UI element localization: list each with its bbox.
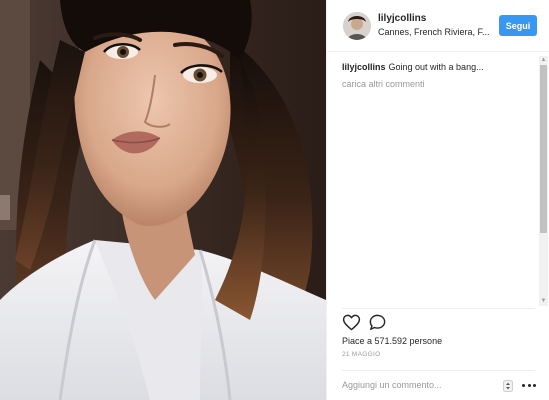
post-photo[interactable] [0, 0, 326, 400]
post-details-panel: lilyjcollins Cannes, French Riviera, F..… [326, 0, 549, 400]
caption-username[interactable]: lilyjcollins [342, 62, 386, 72]
comment-form [342, 370, 536, 400]
photo-illustration [0, 0, 326, 400]
author-location[interactable]: Cannes, French Riviera, F... [378, 27, 496, 37]
likes-count[interactable]: Piace a 571.592 persone [342, 336, 442, 346]
comments-scrollbar[interactable]: ▲ ▼ [539, 56, 548, 306]
heart-icon[interactable] [342, 313, 361, 332]
post-header: lilyjcollins Cannes, French Riviera, F..… [327, 0, 549, 52]
spinner-arrows-icon[interactable] [503, 379, 513, 392]
follow-button[interactable]: Segui [499, 15, 537, 36]
avatar-image [343, 12, 371, 40]
avatar[interactable] [343, 12, 371, 40]
post-date[interactable]: 21 MAGGIO [342, 351, 380, 358]
scroll-down-arrow-icon[interactable]: ▼ [540, 298, 547, 305]
caption: lilyjcollins Going out with a bang... [342, 62, 532, 72]
scrollbar-thumb[interactable] [540, 65, 547, 233]
caption-text: Going out with a bang... [388, 62, 484, 72]
divider [342, 308, 535, 309]
load-more-comments-link[interactable]: carica altri commenti [342, 79, 425, 89]
scroll-up-arrow-icon[interactable]: ▲ [540, 57, 547, 64]
author-username[interactable]: lilyjcollins [378, 13, 426, 24]
comment-input[interactable] [342, 375, 500, 395]
more-options-icon[interactable] [522, 380, 536, 390]
comment-bubble-icon[interactable] [368, 313, 387, 332]
